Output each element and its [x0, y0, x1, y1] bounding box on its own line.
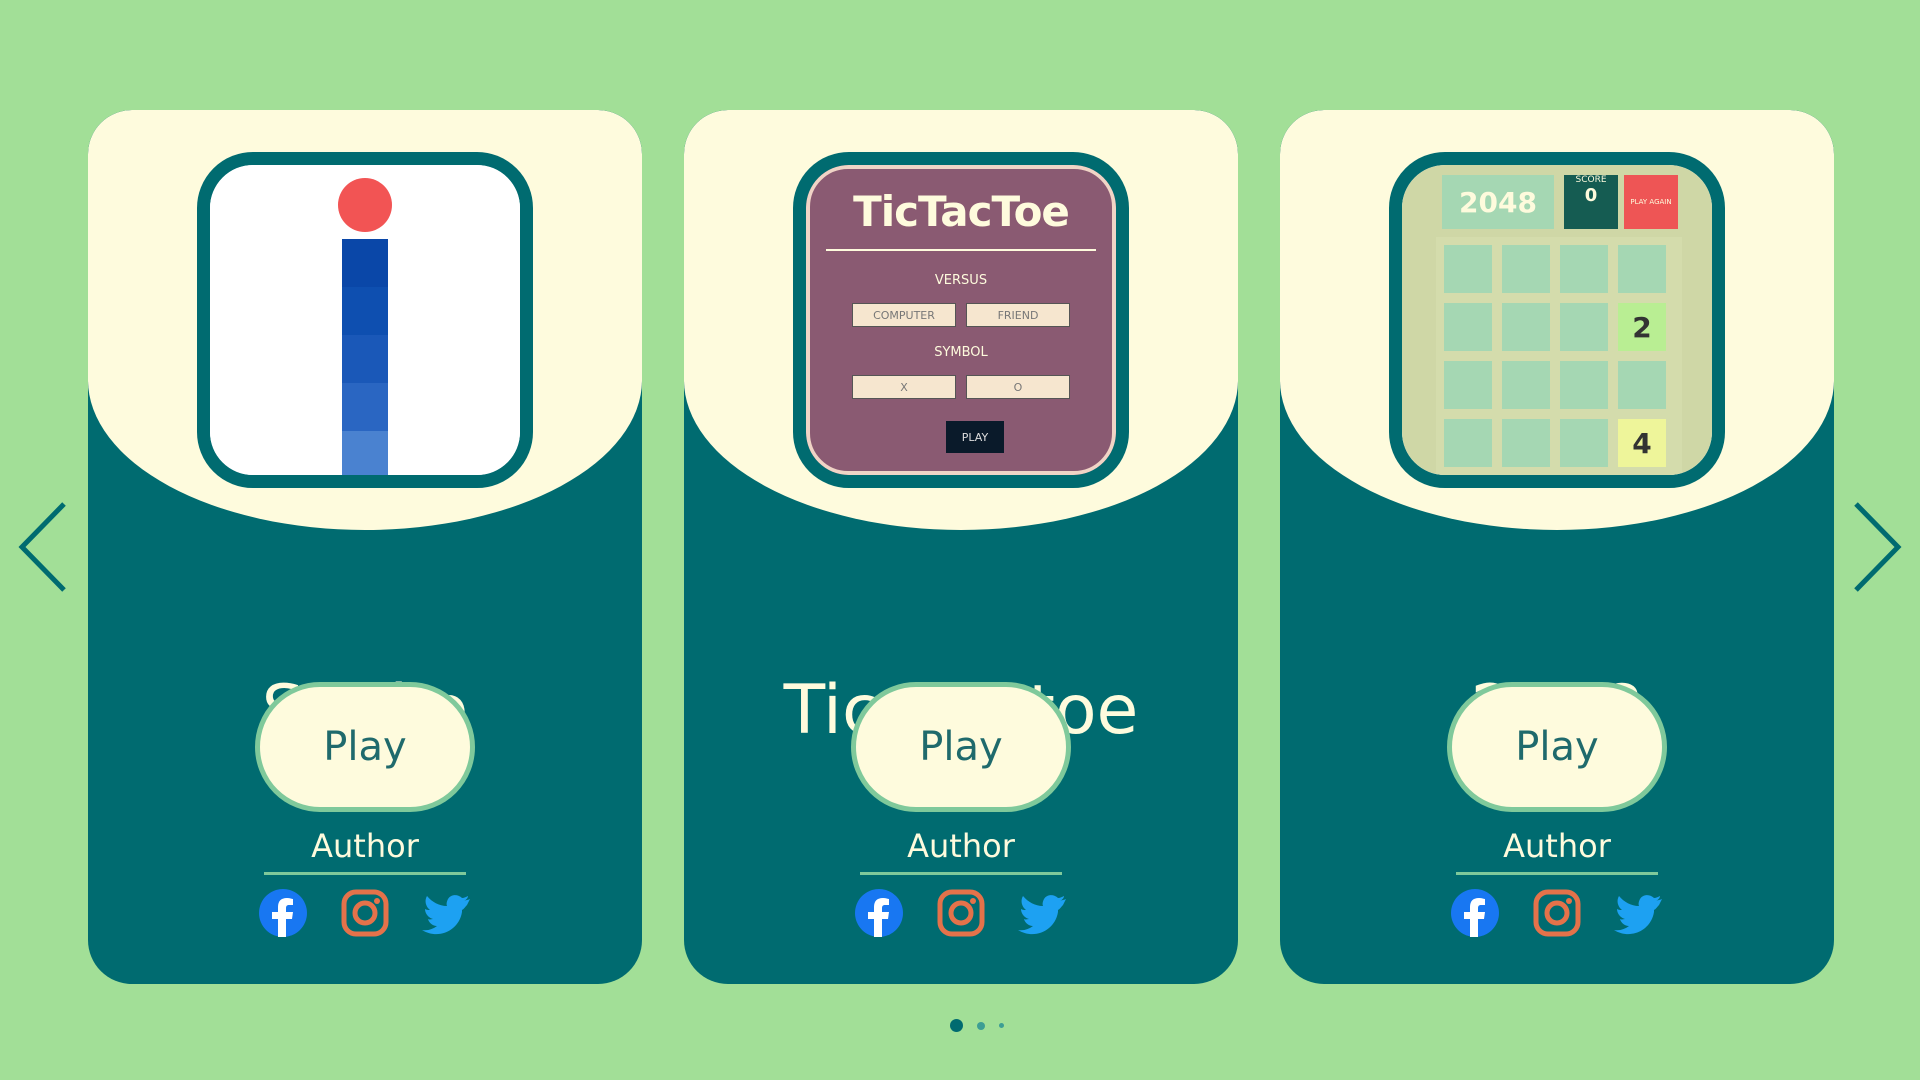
grid-cell: [1502, 303, 1550, 351]
grid-cell: [1444, 361, 1492, 409]
preview-computer-option: COMPUTER: [852, 303, 956, 327]
snake-preview-image: [210, 165, 520, 475]
instagram-icon[interactable]: [1532, 888, 1582, 938]
preview-play-button: PLAY: [946, 421, 1004, 453]
snake-thumbnail: [197, 152, 533, 488]
preview-score-value: 0: [1584, 185, 1598, 206]
tile-2: 2: [1618, 303, 1666, 351]
facebook-icon[interactable]: [854, 888, 904, 938]
play-button[interactable]: Play: [851, 682, 1071, 812]
facebook-icon[interactable]: [1450, 888, 1500, 938]
tic-tac-toe-thumbnail: TicTacToe VERSUS COMPUTER FRIEND SYMBOL …: [793, 152, 1129, 488]
social-links: [88, 888, 642, 938]
grid-cell: [1444, 303, 1492, 351]
grid-cell: [1444, 245, 1492, 293]
preview-score: SCORE 0: [1564, 175, 1618, 229]
play-button[interactable]: Play: [1447, 682, 1667, 812]
preview-play-again: PLAY AGAIN: [1624, 175, 1678, 229]
game-card-2048: 2048 SCORE 0 PLAY AGAIN 2 4 Play Author: [1280, 110, 1834, 984]
grid-cell: [1560, 245, 1608, 293]
social-links: [1280, 888, 1834, 938]
twitter-icon[interactable]: [422, 888, 472, 938]
2048-thumbnail: 2048 SCORE 0 PLAY AGAIN 2 4: [1389, 152, 1725, 488]
grid-cell: [1502, 419, 1550, 467]
preview-logo: TicTacToe: [853, 187, 1070, 236]
social-links: [684, 888, 1238, 938]
pagination-dot[interactable]: [999, 1023, 1004, 1028]
preview-board: 2 4: [1436, 237, 1682, 475]
pagination-dot-active[interactable]: [950, 1019, 963, 1032]
instagram-icon[interactable]: [936, 888, 986, 938]
instagram-icon[interactable]: [340, 888, 390, 938]
preview-x-option: X: [852, 375, 956, 399]
preview-friend-option: FRIEND: [966, 303, 1070, 327]
preview-logo: 2048: [1442, 175, 1554, 229]
twitter-icon[interactable]: [1018, 888, 1068, 938]
preview-o-option: O: [966, 375, 1070, 399]
tile-4: 4: [1618, 419, 1666, 467]
divider: [826, 249, 1096, 251]
next-arrow-icon[interactable]: [1848, 500, 1902, 594]
grid-cell: [1444, 419, 1492, 467]
preview-versus-label: VERSUS: [934, 273, 988, 288]
author-label: Author: [1456, 824, 1658, 875]
grid-cell: [1618, 245, 1666, 293]
grid-cell: [1502, 245, 1550, 293]
grid-cell: [1560, 303, 1608, 351]
carousel-pagination: [950, 1019, 1004, 1032]
game-card-snake: Snake Play Author: [88, 110, 642, 984]
author-label: Author: [860, 824, 1062, 875]
tic-tac-toe-preview-image: TicTacToe VERSUS COMPUTER FRIEND SYMBOL …: [806, 165, 1116, 475]
grid-cell: [1502, 361, 1550, 409]
facebook-icon[interactable]: [258, 888, 308, 938]
twitter-icon[interactable]: [1614, 888, 1664, 938]
2048-preview-image: 2048 SCORE 0 PLAY AGAIN 2 4: [1402, 165, 1712, 475]
play-button[interactable]: Play: [255, 682, 475, 812]
pagination-dot[interactable]: [977, 1021, 985, 1030]
preview-symbol-label: SYMBOL: [934, 345, 988, 360]
author-label: Author: [264, 824, 466, 875]
prev-arrow-icon[interactable]: [18, 500, 72, 594]
grid-cell: [1560, 419, 1608, 467]
grid-cell: [1618, 361, 1666, 409]
preview-score-label: SCORE: [1575, 175, 1607, 185]
game-card-tic-tac-toe: TicTacToe VERSUS COMPUTER FRIEND SYMBOL …: [684, 110, 1238, 984]
grid-cell: [1560, 361, 1608, 409]
